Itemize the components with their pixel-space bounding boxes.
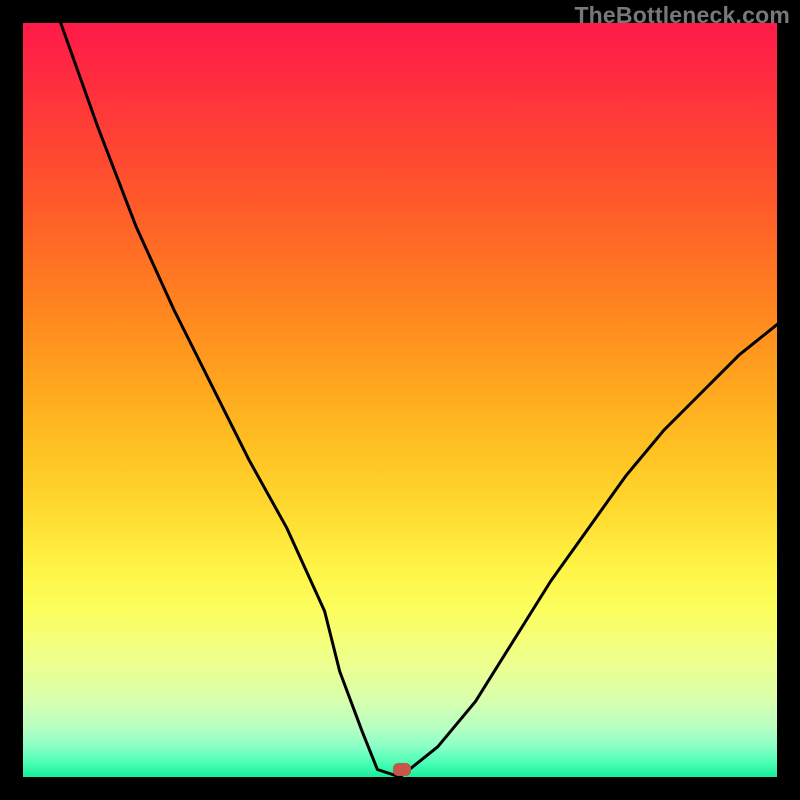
min-marker (393, 763, 411, 776)
curve-layer (23, 23, 777, 777)
bottleneck-curve (61, 23, 777, 777)
watermark-text: TheBottleneck.com (574, 2, 790, 29)
chart-frame: TheBottleneck.com (0, 0, 800, 800)
plot-area (23, 23, 777, 777)
